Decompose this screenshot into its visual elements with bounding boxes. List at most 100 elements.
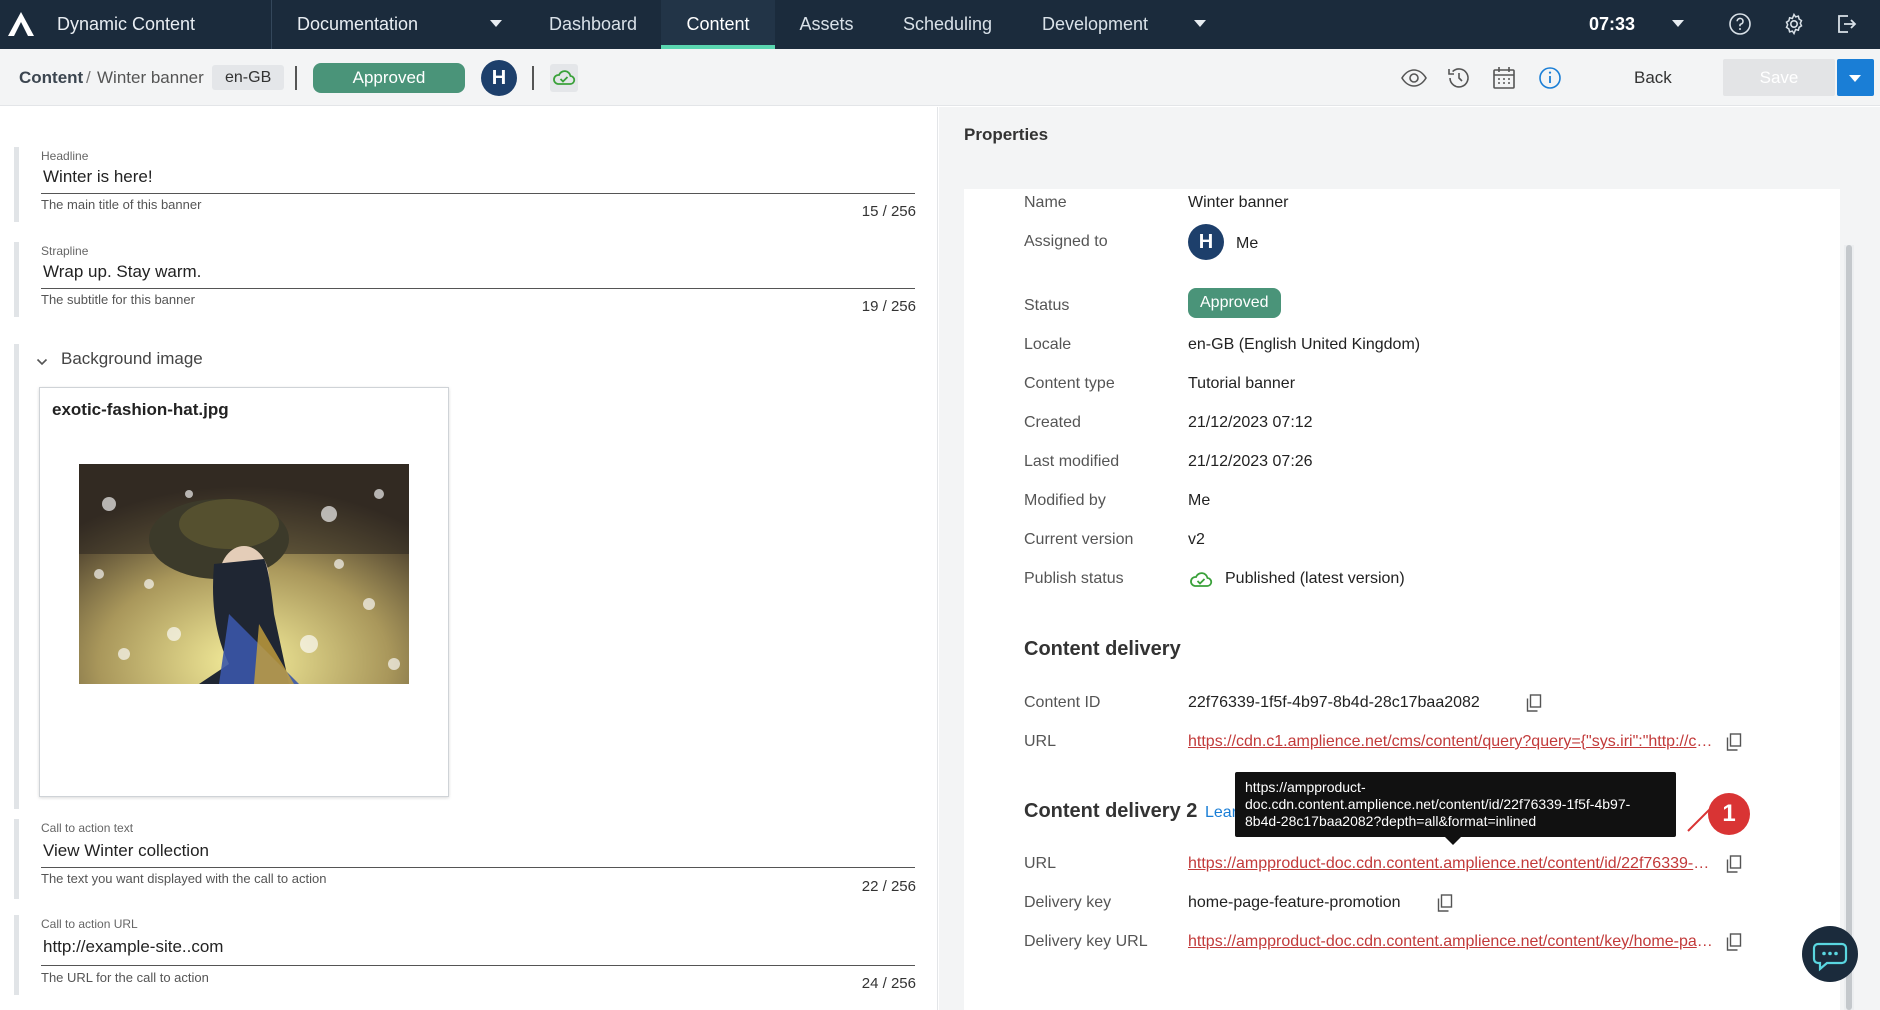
strapline-underline [41, 288, 915, 289]
headline-field: Headline Winter is here! The main title … [14, 147, 918, 222]
content-toolbar: Content / Winter banner en-GB Approved H… [0, 49, 1880, 106]
content-form: Headline Winter is here! The main title … [0, 107, 938, 1010]
cta-text-input[interactable]: View Winter collection [43, 841, 209, 861]
property-key: Publish status [1024, 570, 1124, 587]
copy-icon[interactable] [1726, 933, 1742, 951]
background-image-toggle[interactable]: Background image [61, 349, 203, 369]
copy-icon[interactable] [1437, 894, 1453, 912]
toolbar-divider [532, 66, 534, 90]
cta-url-help: The URL for the call to action [41, 970, 209, 985]
scrollbar-thumb[interactable] [1846, 245, 1852, 1010]
property-key: Created [1024, 414, 1081, 431]
property-url: URL https://cdn.c1.amplience.net/cms/con… [1024, 730, 1814, 754]
field-indicator [14, 344, 19, 809]
hub-chevron-down-icon[interactable] [490, 20, 502, 27]
property-key: Content type [1024, 375, 1115, 392]
chat-button[interactable] [1802, 926, 1858, 982]
property-key: Status [1024, 297, 1070, 314]
property-key: Locale [1024, 336, 1072, 353]
property-value: Tutorial banner [1188, 375, 1296, 392]
property-key: Name [1024, 194, 1067, 211]
property-key: Content ID [1024, 694, 1101, 711]
content-delivery-2-title: Content delivery 2 [1024, 800, 1198, 822]
hub-selector[interactable]: Documentation [297, 0, 418, 49]
assignee-avatar[interactable]: H [1188, 224, 1224, 260]
nav-scheduling[interactable]: Scheduling [880, 0, 1015, 49]
chevron-down-icon[interactable] [36, 356, 48, 368]
property-value: v2 [1188, 531, 1205, 548]
cta-url-field: Call to action URL http://example-site..… [14, 915, 918, 995]
property-key: Delivery key [1024, 894, 1112, 911]
settings-icon[interactable] [1782, 12, 1806, 36]
logout-icon[interactable] [1834, 12, 1858, 36]
preview-icon[interactable] [1400, 64, 1428, 92]
breadcrumb-separator: / [86, 68, 91, 87]
property-delivery-key: Delivery key home-page-feature-promotion [1024, 891, 1814, 915]
nav-development[interactable]: Development [1030, 0, 1160, 49]
properties-scrollbar[interactable] [1844, 245, 1854, 1010]
copy-icon[interactable] [1726, 733, 1742, 751]
property-content-id: Content ID 22f76339-1f5f-4b97-8b4d-28c17… [1024, 691, 1814, 715]
strapline-input[interactable]: Wrap up. Stay warm. [43, 262, 201, 282]
field-indicator [14, 242, 19, 317]
nav-dashboard[interactable]: Dashboard [534, 0, 652, 49]
nav-content[interactable]: Content [661, 0, 775, 49]
image-card[interactable]: exotic-fashion-hat.jpg [39, 387, 449, 797]
property-key: Assigned to [1024, 233, 1108, 250]
status-dropdown[interactable]: Approved [313, 63, 465, 93]
cta-text-field: Call to action text View Winter collecti… [14, 819, 918, 899]
development-chevron-down-icon[interactable] [1194, 20, 1206, 27]
amplience-logo-icon[interactable] [6, 10, 36, 38]
app-name[interactable]: Dynamic Content [57, 0, 195, 49]
copy-icon[interactable] [1526, 694, 1542, 712]
strapline-field: Strapline Wrap up. Stay warm. The subtit… [14, 242, 918, 317]
publish-button[interactable] [550, 64, 578, 92]
calendar-icon[interactable] [1490, 64, 1518, 92]
background-image-section: Background image exotic-fashion-hat.jpg [14, 344, 918, 809]
cta-url-char-count: 24 / 256 [861, 975, 916, 992]
cta-url-label: Call to action URL [41, 917, 138, 931]
field-indicator [14, 147, 19, 222]
status-badge: Approved [1188, 288, 1281, 318]
property-value: 22f76339-1f5f-4b97-8b4d-28c17baa2082 [1188, 694, 1480, 711]
save-button[interactable]: Save [1723, 59, 1835, 96]
property-key: Last modified [1024, 453, 1120, 470]
assignee-avatar[interactable]: H [481, 60, 517, 96]
save-options-chevron-down-icon[interactable] [1837, 59, 1874, 96]
property-key: Current version [1024, 531, 1134, 548]
url-tooltip: https://ampproduct-doc.cdn.content.ampli… [1235, 772, 1676, 845]
strapline-help: The subtitle for this banner [41, 292, 195, 307]
delivery-url-link[interactable]: https://cdn.c1.amplience.net/cms/content… [1188, 730, 1716, 754]
info-icon[interactable] [1536, 64, 1564, 92]
breadcrumb-content[interactable]: Content [19, 49, 83, 106]
help-icon[interactable] [1728, 12, 1752, 36]
property-key: URL [1024, 855, 1057, 872]
property-value: Me [1236, 235, 1259, 252]
cta-url-input[interactable]: http://example-site..com [43, 937, 223, 957]
clock-chevron-down-icon[interactable] [1672, 20, 1684, 27]
strapline-char-count: 19 / 256 [861, 298, 916, 315]
property-delivery-key-url: Delivery key URL https://ampproduct-doc.… [1024, 930, 1814, 954]
headline-input[interactable]: Winter is here! [43, 167, 153, 187]
cta-url-underline [41, 965, 915, 966]
property-value: Published (latest version) [1225, 570, 1405, 587]
cta-text-label: Call to action text [41, 821, 134, 835]
cta-text-help: The text you want displayed with the cal… [41, 871, 327, 886]
cloud-check-icon [553, 70, 576, 85]
history-icon[interactable] [1445, 64, 1473, 92]
image-file-name: exotic-fashion-hat.jpg [52, 400, 229, 419]
property-value: home-page-feature-promotion [1188, 894, 1401, 911]
property-locale: Locale en-GB (English United Kingdom) [1024, 333, 1814, 357]
delivery-key-url-link[interactable]: https://ampproduct-doc.cdn.content.ampli… [1188, 930, 1716, 954]
nav-divider [271, 0, 272, 49]
delivery-2-url-link[interactable]: https://ampproduct-doc.cdn.content.ampli… [1188, 852, 1716, 876]
back-button[interactable]: Back [1634, 49, 1672, 106]
locale-badge: en-GB [212, 65, 285, 90]
image-thumbnail [79, 464, 409, 684]
nav-assets[interactable]: Assets [783, 0, 870, 49]
cta-text-char-count: 22 / 256 [861, 878, 916, 895]
property-modified-by: Modified by Me [1024, 489, 1814, 513]
property-value: en-GB (English United Kingdom) [1188, 336, 1421, 353]
chat-bubble-icon [1812, 942, 1848, 972]
copy-icon[interactable] [1726, 855, 1742, 873]
